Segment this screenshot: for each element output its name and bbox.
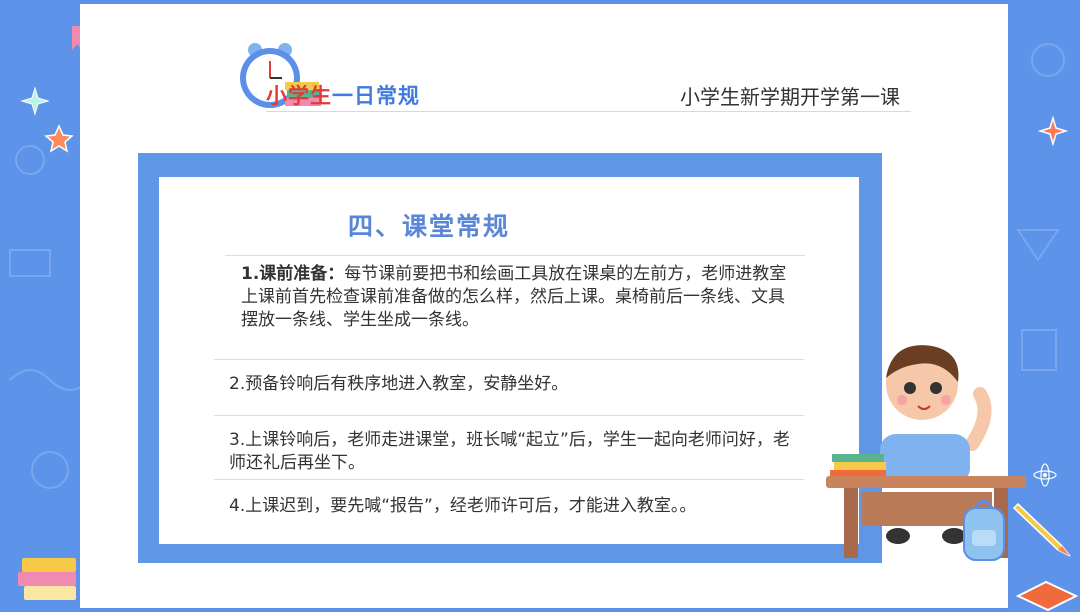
ribbon-icon: [72, 26, 80, 50]
content-frame: 四、课堂常规 1.课前准备：每节课前要把书和绘画工具放在课桌的左前方，老师进教室…: [138, 153, 882, 563]
section-title: 四、课堂常规: [347, 212, 510, 241]
rule-item-1: 1.课前准备：每节课前要把书和绘画工具放在课桌的左前方，老师进教室上课前首先检查…: [241, 263, 801, 332]
divider: [214, 479, 804, 480]
divider: [214, 359, 804, 360]
header-divider: [266, 111, 911, 112]
backpack-icon: [963, 499, 1005, 561]
books-icon: [18, 558, 76, 600]
header-title: 小学生一日常规: [266, 80, 420, 110]
slide: 小学生一日常规 小学生新学期开学第一课 四、课堂常规 1.课前准备：每节课前要把…: [80, 4, 1026, 608]
header-subtitle: 小学生新学期开学第一课: [680, 85, 900, 109]
atom-icon: [1033, 463, 1057, 487]
rule-item-2: 2.预备铃响后有秩序地进入教室，安静坐好。: [229, 374, 569, 394]
divider: [225, 255, 805, 256]
sparkle-icon: [1038, 116, 1068, 146]
header-title-part2: 一日常规: [332, 84, 420, 108]
star-icon: [44, 124, 74, 153]
divider: [214, 415, 804, 416]
sparkle-icon: [20, 86, 50, 116]
rule-item-1-lead: 1.课前准备：: [241, 264, 345, 284]
header-title-part1: 小学生: [266, 84, 332, 108]
left-decor-strip: [0, 0, 80, 612]
open-book-icon: [1015, 580, 1079, 612]
rule-item-4: 4.上课迟到，要先喊“报告”，经老师许可后，才能进入教室。。: [229, 496, 697, 516]
rule-item-3: 3.上课铃响后，老师走进课堂，班长喊“起立”后，学生一起向老师问好，老师还礼后再…: [229, 430, 790, 473]
content-panel: 四、课堂常规 1.课前准备：每节课前要把书和绘画工具放在课桌的左前方，老师进教室…: [159, 177, 859, 544]
